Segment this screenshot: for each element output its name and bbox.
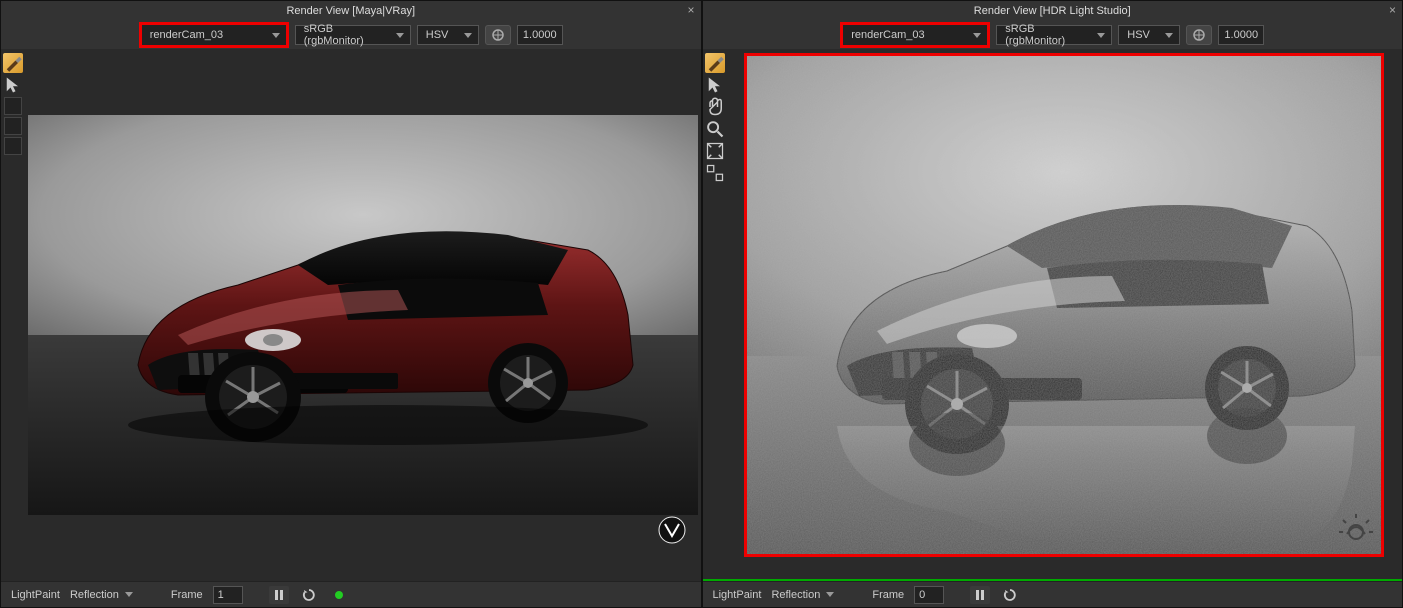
frame-input[interactable]: 0: [914, 586, 944, 604]
chevron-down-icon: [1097, 33, 1105, 38]
frame-input[interactable]: 1: [213, 586, 243, 604]
render-view-panel-left: Render View [Maya|VRay] × renderCam_03 s…: [0, 0, 702, 608]
chevron-down-icon: [125, 592, 133, 597]
fit-tool-icon[interactable]: [705, 141, 725, 161]
paint-mode-label: LightPaint: [11, 589, 60, 601]
side-toolbar: [1, 49, 25, 581]
refresh-button[interactable]: [299, 586, 319, 604]
refresh-button[interactable]: [1000, 586, 1020, 604]
region-tool-icon[interactable]: [705, 163, 725, 183]
titlebar: Render View [HDR Light Studio] ×: [703, 1, 1403, 21]
hdrls-logo-icon: [1339, 512, 1373, 546]
titlebar: Render View [Maya|VRay] ×: [1, 1, 701, 21]
brush-tool-icon[interactable]: [705, 53, 725, 73]
camera-select[interactable]: renderCam_03: [840, 22, 990, 48]
statusbar: LightPaint Reflection Frame 1: [1, 581, 701, 607]
cursor-tool-icon[interactable]: [3, 75, 23, 95]
paint-mode-select[interactable]: Reflection: [771, 586, 834, 604]
gamma-input[interactable]: 1.0000: [1218, 25, 1264, 45]
frame-label: Frame: [171, 589, 203, 601]
tool-slot[interactable]: [4, 97, 22, 115]
mode-select[interactable]: HSV: [1118, 25, 1180, 45]
viewport[interactable]: [25, 49, 701, 581]
mode-select[interactable]: HSV: [417, 25, 479, 45]
paint-mode-label: LightPaint: [713, 589, 762, 601]
colorspace-select[interactable]: sRGB (rgbMonitor): [996, 25, 1112, 45]
chevron-down-icon: [973, 33, 981, 38]
gamma-value: 1.0000: [523, 29, 557, 41]
pause-button[interactable]: [970, 586, 990, 604]
frame-label: Frame: [872, 589, 904, 601]
side-toolbar: [703, 49, 727, 579]
render-view-panel-right: Render View [HDR Light Studio] × renderC…: [702, 0, 1403, 608]
close-icon[interactable]: ×: [687, 3, 694, 17]
zoom-tool-icon[interactable]: [705, 119, 725, 139]
colorspace-select[interactable]: sRGB (rgbMonitor): [295, 25, 411, 45]
cursor-tool-icon[interactable]: [705, 75, 725, 95]
camera-select[interactable]: renderCam_03: [139, 22, 289, 48]
gamma-value: 1.0000: [1224, 29, 1258, 41]
chevron-down-icon: [1165, 33, 1173, 38]
mode-value: HSV: [426, 29, 449, 41]
tool-slot[interactable]: [4, 137, 22, 155]
chevron-down-icon: [464, 33, 472, 38]
frame-value: 0: [919, 589, 925, 601]
panel-title: Render View [HDR Light Studio]: [974, 5, 1131, 17]
brush-tool-icon[interactable]: [3, 53, 23, 73]
colorspace-value: sRGB (rgbMonitor): [304, 23, 396, 47]
panel-title: Render View [Maya|VRay]: [286, 5, 415, 17]
tool-slot[interactable]: [4, 117, 22, 135]
gamma-input[interactable]: 1.0000: [517, 25, 563, 45]
vray-logo-icon: [657, 515, 687, 545]
toolbar: renderCam_03 sRGB (rgbMonitor) HSV 1.000…: [1, 21, 701, 49]
colorspace-value: sRGB (rgbMonitor): [1005, 23, 1097, 47]
render-image: [25, 115, 701, 515]
paint-mode-value: Reflection: [771, 589, 820, 601]
paint-mode-select[interactable]: Reflection: [70, 586, 133, 604]
channel-button[interactable]: [1186, 25, 1212, 45]
viewport[interactable]: [727, 49, 1403, 579]
pause-button[interactable]: [269, 586, 289, 604]
camera-value: renderCam_03: [851, 29, 924, 41]
frame-value: 1: [218, 589, 224, 601]
status-indicator: [329, 586, 349, 604]
statusbar: LightPaint Reflection Frame 0: [703, 581, 1403, 607]
chevron-down-icon: [396, 33, 404, 38]
paint-mode-value: Reflection: [70, 589, 119, 601]
toolbar: renderCam_03 sRGB (rgbMonitor) HSV 1.000…: [703, 21, 1403, 49]
camera-value: renderCam_03: [150, 29, 223, 41]
mode-value: HSV: [1127, 29, 1150, 41]
channel-button[interactable]: [485, 25, 511, 45]
close-icon[interactable]: ×: [1389, 3, 1396, 17]
render-image: [744, 53, 1384, 557]
hand-tool-icon[interactable]: [705, 97, 725, 117]
chevron-down-icon: [272, 33, 280, 38]
chevron-down-icon: [826, 592, 834, 597]
